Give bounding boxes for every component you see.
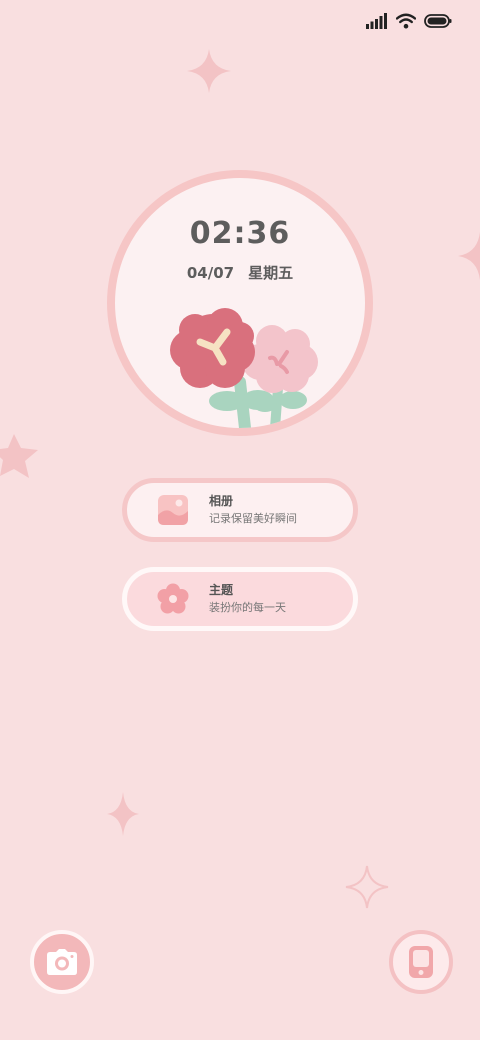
flower-bouquet-illustration [170, 308, 318, 428]
gallery-icon [153, 490, 193, 530]
theme-title: 主题 [209, 583, 234, 597]
phone-icon [409, 946, 433, 978]
battery-icon [424, 14, 452, 28]
clock-weekday: 星期五 [248, 264, 294, 282]
sparkle-outline-decoration [345, 865, 389, 909]
theme-card[interactable]: 主题 装扮你的每一天 [122, 567, 358, 631]
theme-subtitle: 装扮你的每一天 [209, 601, 286, 614]
wifi-icon [396, 13, 416, 29]
camera-icon [47, 949, 77, 975]
album-subtitle: 记录保留美好瞬间 [209, 512, 297, 525]
signal-bars-icon [366, 13, 387, 29]
clock-date-row: 04/07 星期五 [115, 262, 365, 283]
album-title: 相册 [209, 494, 234, 508]
clock-date: 04/07 [186, 264, 235, 282]
clock-face: 02:36 04/07 星期五 [115, 178, 365, 428]
album-card[interactable]: 相册 记录保留美好瞬间 [122, 478, 358, 542]
camera-button[interactable] [30, 930, 94, 994]
clock-time: 02:36 [189, 216, 291, 251]
phone-button[interactable] [389, 930, 453, 994]
sparkle-decoration [107, 792, 139, 836]
status-bar [366, 10, 452, 32]
sparkle-decoration [458, 232, 480, 280]
star-decoration [0, 434, 38, 478]
clock-widget[interactable]: 02:36 04/07 星期五 [107, 170, 373, 436]
sparkle-decoration [187, 49, 231, 93]
flower-icon [153, 579, 193, 619]
